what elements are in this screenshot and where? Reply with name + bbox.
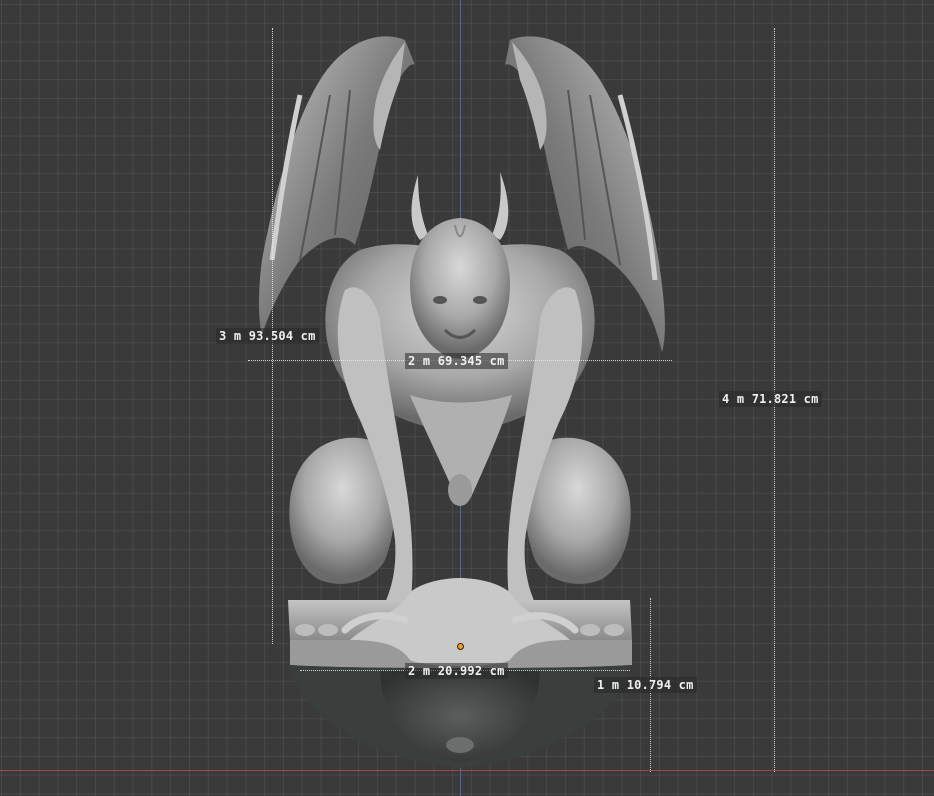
3d-viewport[interactable]: 3 m 93.504 cm 2 m 69.345 cm 4 m 71.821 c… (0, 0, 934, 796)
left-horn (411, 175, 428, 240)
total-height-measure[interactable]: 4 m 71.821 cm (719, 391, 822, 407)
right-horn (492, 172, 509, 240)
base-height-measure[interactable]: 1 m 10.794 cm (594, 677, 697, 693)
object-origin-dot[interactable] (457, 643, 464, 650)
left-height-measure[interactable]: 3 m 93.504 cm (216, 328, 319, 344)
wing-width-measure[interactable]: 2 m 69.345 cm (405, 353, 508, 369)
base-width-measure[interactable]: 2 m 20.992 cm (405, 663, 508, 679)
